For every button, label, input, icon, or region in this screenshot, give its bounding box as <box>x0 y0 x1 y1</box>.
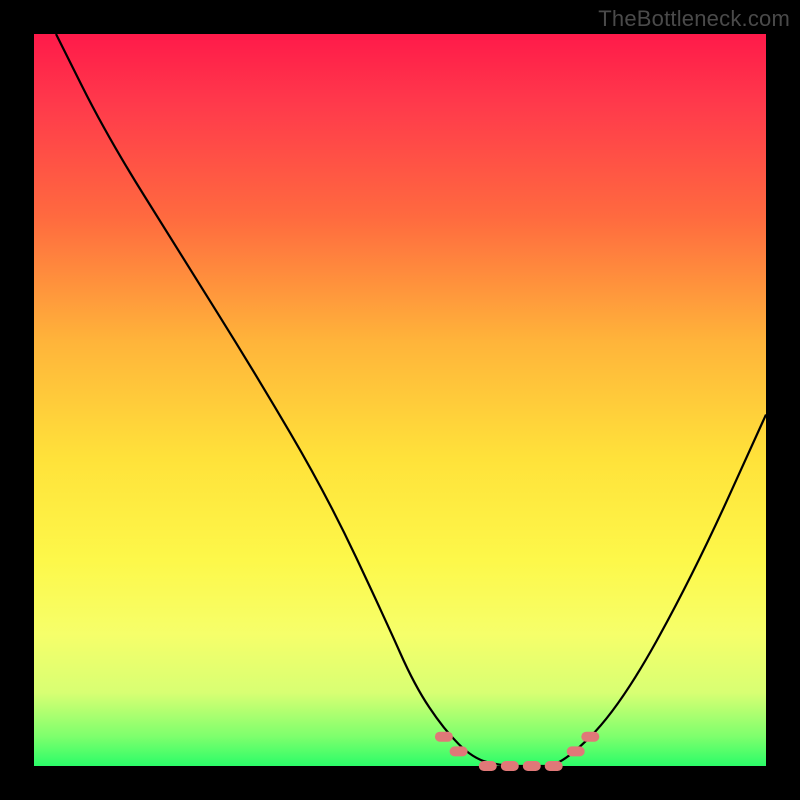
marker-dot <box>435 732 453 742</box>
plot-area <box>34 34 766 766</box>
marker-dot <box>581 732 599 742</box>
optimal-range-markers <box>435 732 599 771</box>
bottleneck-curve <box>56 34 766 766</box>
watermark-text: TheBottleneck.com <box>598 6 790 32</box>
marker-dot <box>567 746 585 756</box>
marker-dot <box>450 746 468 756</box>
marker-dot <box>523 761 541 771</box>
curve-svg <box>34 34 766 766</box>
marker-dot <box>479 761 497 771</box>
marker-dot <box>545 761 563 771</box>
marker-dot <box>501 761 519 771</box>
chart-frame: TheBottleneck.com <box>0 0 800 800</box>
